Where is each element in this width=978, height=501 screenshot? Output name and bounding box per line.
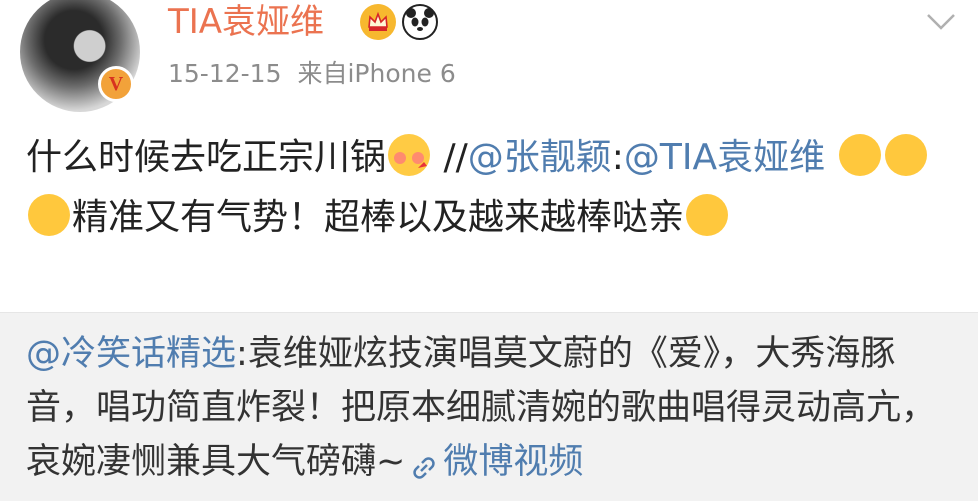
post-meta: 15-12-15 来自iPhone 6 bbox=[168, 54, 456, 94]
post-text-separator: // bbox=[432, 137, 468, 178]
video-link[interactable]: 微博视频 bbox=[443, 442, 583, 482]
mention-link[interactable]: @TIA袁娅维 bbox=[624, 137, 825, 178]
cover-mouth-face-icon bbox=[884, 134, 927, 176]
post-text-part1: 什么时候去吃正宗川锅 bbox=[26, 137, 387, 178]
mention-link[interactable]: @张靓颖 bbox=[468, 137, 612, 178]
cover-mouth-face-icon bbox=[28, 194, 70, 236]
post-text: 什么时候去吃正宗川锅 //@张靓颖:@TIA袁娅维 精准又有气势！超棒以及越来越… bbox=[26, 128, 946, 248]
repost-text: @冷笑话精选:袁维娅炫技演唱莫文蔚的《爱》，大秀海豚音，唱功简直炸裂！把原本细腻… bbox=[26, 327, 956, 489]
verified-badge: V bbox=[98, 66, 134, 102]
repost-card[interactable]: @冷笑话精选:袁维娅炫技演唱莫文蔚的《爱》，大秀海豚音，唱功简直炸裂！把原本细腻… bbox=[0, 312, 978, 501]
grin-face-icon bbox=[686, 194, 729, 236]
repost-author-link[interactable]: @冷笑话精选 bbox=[26, 334, 236, 374]
blush-face-icon bbox=[388, 134, 431, 176]
post-date: 15-12-15 bbox=[168, 59, 282, 88]
username[interactable]: TIA袁娅维 bbox=[168, 0, 324, 44]
chevron-down-icon[interactable] bbox=[926, 6, 956, 36]
verified-badge-label: V bbox=[108, 72, 124, 95]
mention-colon: : bbox=[611, 137, 624, 178]
cover-mouth-face-icon bbox=[838, 134, 881, 176]
link-icon bbox=[409, 445, 439, 479]
repost-colon: : bbox=[236, 334, 248, 374]
panda-icon[interactable] bbox=[402, 4, 438, 40]
post-source: 来自iPhone 6 bbox=[297, 59, 456, 88]
post-text-part2: 精准又有气势！超棒以及越来越棒哒亲 bbox=[72, 197, 685, 238]
crown-icon[interactable] bbox=[360, 4, 396, 40]
